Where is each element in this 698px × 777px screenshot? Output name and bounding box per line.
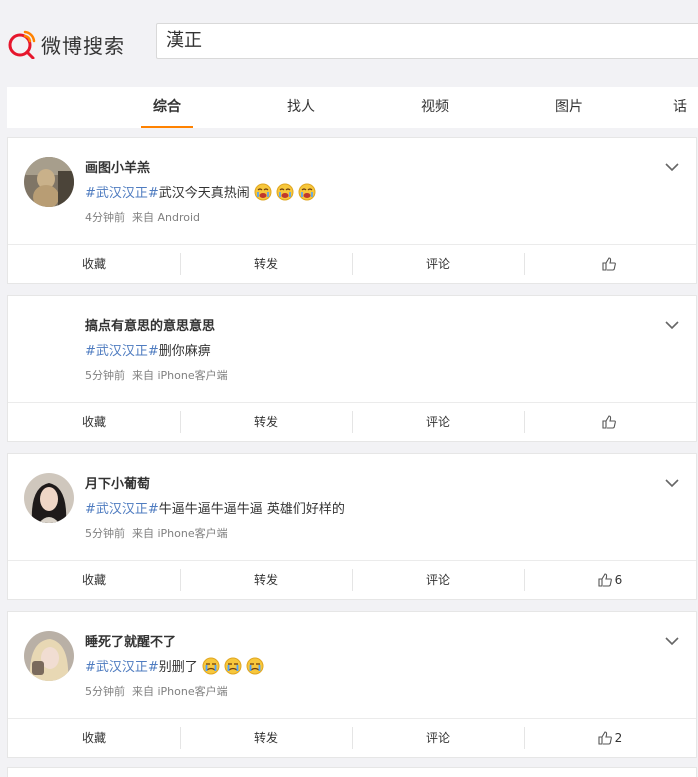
thumbs-up-icon [598, 573, 612, 587]
chevron-down-icon[interactable] [664, 633, 680, 649]
comment-button[interactable]: 评论 [352, 245, 524, 283]
post-text: 武汉今天真热闹 [158, 186, 250, 201]
search-input[interactable]: 漢正 [156, 23, 698, 59]
favorite-label: 收藏 [81, 415, 106, 429]
post-meta: 4分钟前 来自 Android [85, 209, 200, 225]
comment-button[interactable]: 评论 [352, 561, 524, 599]
avatar-image [24, 157, 74, 207]
avatar-image [24, 473, 74, 523]
favorite-button[interactable]: 收藏 [8, 719, 180, 757]
search-tabs: 综合 找人 视频 图片 话 [7, 87, 698, 128]
post-card: 搞点有意思的意思意思 #武汉汉正# 删你麻痹 5分钟前 来自 iPhone客户端… [7, 295, 697, 442]
chevron-down-icon[interactable] [664, 317, 680, 333]
username[interactable]: 睡死了就醒不了 [85, 631, 176, 650]
topic-link[interactable]: #武汉汉正# [85, 182, 159, 201]
post-source: 来自 iPhone客户端 [132, 685, 228, 698]
post-time[interactable]: 5分钟前 [85, 527, 125, 540]
chevron-down-icon[interactable] [664, 159, 680, 175]
like-count: 2 [614, 731, 623, 745]
post-content: #武汉汉正# 删你麻痹 [85, 340, 211, 359]
thumbs-up-icon [598, 731, 612, 745]
post-card: 画图小羊羔 #武汉汉正# 武汉今天真热闹 4分钟前 来自 Android 收藏 … [7, 137, 697, 284]
post-source: 来自 Android [132, 211, 201, 224]
tab-videos[interactable]: 视频 [405, 87, 465, 128]
tearful-face-icon [202, 657, 220, 674]
repost-label: 转发 [253, 573, 278, 587]
crying-face-icon [298, 183, 316, 200]
repost-label: 转发 [253, 415, 278, 429]
action-bar: 收藏 转发 评论 6 [8, 560, 696, 599]
comment-label: 评论 [425, 415, 450, 429]
like-button[interactable]: 6 [524, 561, 696, 599]
repost-button[interactable]: 转发 [180, 403, 352, 441]
topic-link[interactable]: #武汉汉正# [85, 340, 159, 359]
logo-text: 微博搜索 [41, 33, 125, 58]
like-button[interactable]: 2 [524, 719, 696, 757]
avatar[interactable] [24, 473, 74, 523]
comment-button[interactable]: 评论 [352, 719, 524, 757]
like-count: 6 [614, 573, 623, 587]
tearful-face-icon [224, 657, 242, 674]
action-bar: 收藏 转发 评论 2 [8, 718, 696, 757]
tearful-face-icon [246, 657, 264, 674]
favorite-button[interactable]: 收藏 [8, 245, 180, 283]
post-text: 别删了 [158, 660, 198, 675]
post-meta: 5分钟前 来自 iPhone客户端 [85, 683, 228, 699]
favorite-label: 收藏 [81, 731, 106, 745]
like-button[interactable] [524, 245, 696, 283]
username[interactable]: 月下小葡萄 [85, 473, 150, 492]
next-post-card [7, 767, 697, 777]
comment-label: 评论 [425, 573, 450, 587]
post-source: 来自 iPhone客户端 [132, 527, 228, 540]
tab-people[interactable]: 找人 [271, 87, 331, 128]
username[interactable]: 搞点有意思的意思意思 [85, 315, 215, 334]
tab-images[interactable]: 图片 [539, 87, 599, 128]
action-bar: 收藏 转发 评论 [8, 402, 696, 441]
favorite-label: 收藏 [81, 257, 106, 271]
favorite-button[interactable]: 收藏 [8, 403, 180, 441]
crying-face-icon [254, 183, 272, 200]
comment-label: 评论 [425, 731, 450, 745]
like-button[interactable] [524, 403, 696, 441]
crying-face-icon [276, 183, 294, 200]
header: 微博搜索 漢正 [0, 0, 698, 76]
username[interactable]: 画图小羊羔 [85, 157, 150, 176]
avatar[interactable] [24, 157, 74, 207]
thumbs-up-icon [601, 415, 616, 429]
repost-label: 转发 [253, 731, 278, 745]
weibo-logo-icon [8, 30, 36, 59]
post-text: 删你麻痹 [158, 344, 211, 359]
post-time[interactable]: 4分钟前 [85, 211, 125, 224]
weibo-search-logo[interactable]: 微博搜索 [7, 29, 125, 59]
repost-label: 转发 [253, 257, 278, 271]
post-time[interactable]: 5分钟前 [85, 369, 125, 382]
tab-topics[interactable]: 话 [673, 87, 698, 128]
post-content: #武汉汉正# 别删了 [85, 656, 264, 675]
post-meta: 5分钟前 来自 iPhone客户端 [85, 525, 228, 541]
avatar[interactable] [24, 631, 74, 681]
topic-link[interactable]: #武汉汉正# [85, 656, 159, 675]
avatar-image [24, 631, 74, 681]
favorite-button[interactable]: 收藏 [8, 561, 180, 599]
post-card: 月下小葡萄 #武汉汉正# 牛逼牛逼牛逼牛逼 英雄们好样的 5分钟前 来自 iPh… [7, 453, 697, 600]
post-card: 睡死了就醒不了 #武汉汉正# 别删了 5分钟前 来自 iPhone客户端 收藏 … [7, 611, 697, 758]
post-content: #武汉汉正# 武汉今天真热闹 [85, 182, 316, 201]
repost-button[interactable]: 转发 [180, 245, 352, 283]
comment-button[interactable]: 评论 [352, 403, 524, 441]
post-text: 牛逼牛逼牛逼牛逼 英雄们好样的 [158, 502, 345, 517]
action-bar: 收藏 转发 评论 [8, 244, 696, 283]
comment-label: 评论 [425, 257, 450, 271]
post-time[interactable]: 5分钟前 [85, 685, 125, 698]
repost-button[interactable]: 转发 [180, 561, 352, 599]
topic-link[interactable]: #武汉汉正# [85, 498, 159, 517]
favorite-label: 收藏 [81, 573, 106, 587]
post-source: 来自 iPhone客户端 [132, 369, 228, 382]
repost-button[interactable]: 转发 [180, 719, 352, 757]
post-content: #武汉汉正# 牛逼牛逼牛逼牛逼 英雄们好样的 [85, 498, 345, 517]
thumbs-up-icon [601, 257, 616, 271]
tab-comprehensive[interactable]: 综合 [137, 87, 197, 128]
post-meta: 5分钟前 来自 iPhone客户端 [85, 367, 228, 383]
chevron-down-icon[interactable] [664, 475, 680, 491]
